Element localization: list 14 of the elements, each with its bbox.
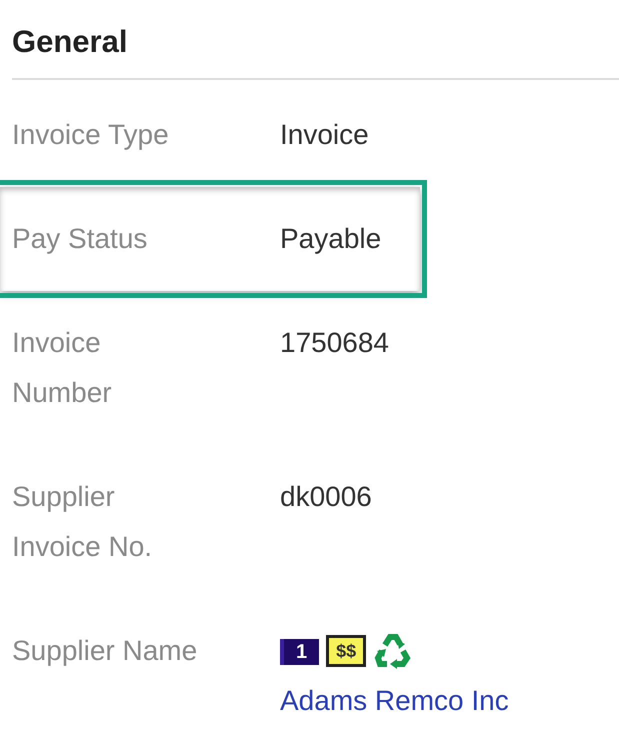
field-value: Payable (280, 222, 382, 256)
field-value: dk0006 (280, 480, 373, 514)
field-value: 1750684 (280, 326, 390, 360)
field-label: Supplier Invoice No. (12, 480, 154, 564)
supplier-link[interactable]: Adams Remco Inc (280, 676, 509, 726)
recycle-icon (373, 631, 414, 671)
price-tag: $$ (326, 635, 366, 667)
flag-icon: 1 (280, 639, 320, 665)
field-label: Invoice Type (12, 118, 170, 152)
field-label: Pay Status (12, 222, 148, 256)
field-label: Invoice Number (12, 326, 113, 410)
section-title: General (11, 23, 128, 61)
field-label: Supplier Name (12, 634, 198, 668)
field-value: Invoice (280, 118, 370, 152)
